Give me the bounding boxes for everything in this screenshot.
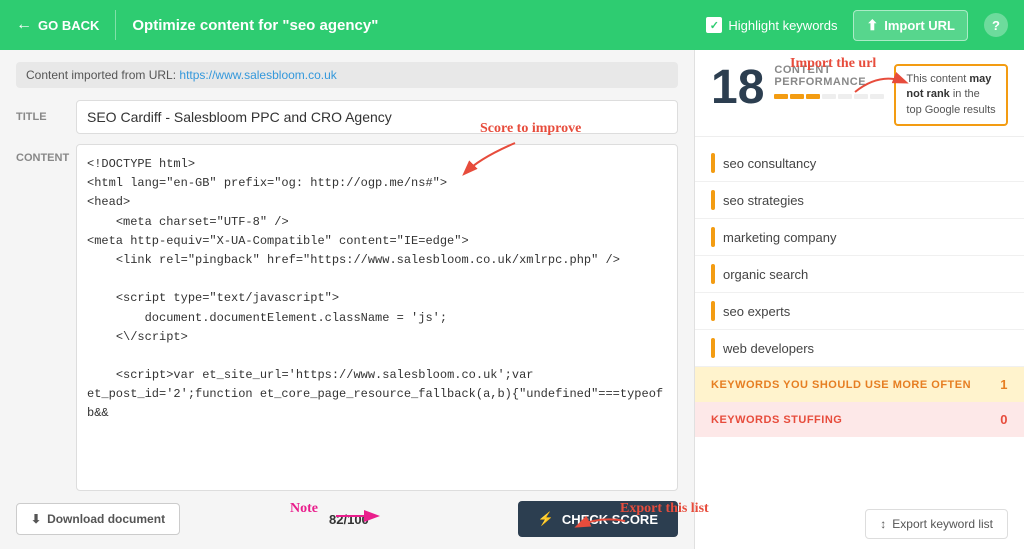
score-seg-7 <box>870 94 884 99</box>
score-display: 82/100 <box>329 512 369 527</box>
url-prefix: Content imported from URL: <box>26 68 179 82</box>
score-bar <box>774 94 884 99</box>
should-use-label: KEYWORDS YOU SHOULD USE MORE OFTEN <box>711 379 971 391</box>
keyword-text: seo strategies <box>723 193 804 208</box>
url-bar: Content imported from URL: https://www.s… <box>16 62 678 88</box>
header-divider <box>115 10 116 40</box>
title-row: TITLE <box>16 100 678 134</box>
bottom-bar: ⬇ Download document 82/100 ⚡ CHECK SCORE <box>16 491 678 537</box>
list-item: web developers <box>695 330 1024 367</box>
import-url-button[interactable]: ⬆ Import URL <box>853 10 968 41</box>
highlight-keywords-label: Highlight keywords <box>728 18 837 33</box>
list-item: seo experts <box>695 293 1024 330</box>
url-link[interactable]: https://www.salesbloom.co.uk <box>179 68 336 82</box>
download-button[interactable]: ⬇ Download document <box>16 503 180 535</box>
list-item: seo strategies <box>695 182 1024 219</box>
header: ← GO BACK Optimize content for "seo agen… <box>0 0 1024 50</box>
left-panel: Content imported from URL: https://www.s… <box>0 50 694 549</box>
keyword-text: seo experts <box>723 304 790 319</box>
download-icon: ⬇ <box>31 512 41 526</box>
not-rank-text1: This content <box>906 73 969 85</box>
score-seg-5 <box>838 94 852 99</box>
export-icon: ↕ <box>880 517 886 531</box>
check-score-button[interactable]: ⚡ CHECK SCORE <box>518 501 678 537</box>
should-use-header: KEYWORDS YOU SHOULD USE MORE OFTEN 1 <box>695 367 1024 402</box>
go-back-button[interactable]: ← GO BACK <box>16 16 99 34</box>
export-keyword-button[interactable]: ↕ Export keyword list <box>865 509 1008 539</box>
list-item: organic search <box>695 256 1024 293</box>
keyword-indicator <box>711 301 715 321</box>
keyword-indicator <box>711 153 715 173</box>
score-value: 82/100 <box>329 512 369 527</box>
score-label-text: CONTENT PERFORMANCE <box>774 64 884 88</box>
score-info: CONTENT PERFORMANCE <box>774 64 884 99</box>
list-item: seo consultancy <box>695 145 1024 182</box>
right-panel: 18 CONTENT PERFORMANCE <box>694 50 1024 549</box>
score-seg-3 <box>806 94 820 99</box>
help-button[interactable]: ? <box>984 13 1008 37</box>
keyword-indicator <box>711 190 715 210</box>
title-label: TITLE <box>16 111 76 123</box>
content-area-wrapper: CONTENT <!DOCTYPE html> <html lang="en-G… <box>16 144 678 491</box>
lightning-icon: ⚡ <box>538 511 554 527</box>
keyword-indicator <box>711 264 715 284</box>
download-label: Download document <box>47 512 165 526</box>
main-content: Content imported from URL: https://www.s… <box>0 50 1024 549</box>
score-seg-4 <box>822 94 836 99</box>
back-arrow-icon: ← <box>16 16 32 34</box>
header-right: ✓ Highlight keywords ⬆ Import URL ? <box>706 10 1008 41</box>
keyword-text: web developers <box>723 341 814 356</box>
score-seg-1 <box>774 94 788 99</box>
keyword-text: seo consultancy <box>723 156 816 171</box>
performance-top: 18 CONTENT PERFORMANCE <box>711 64 1008 126</box>
stuffing-header: KEYWORDS STUFFING 0 <box>695 402 1024 437</box>
should-use-count: 1 <box>1000 377 1008 392</box>
help-label: ? <box>992 18 1000 33</box>
export-row: ↕ Export keyword list <box>695 499 1024 549</box>
score-number-value: 18 <box>711 61 764 114</box>
score-number: 18 <box>711 64 764 112</box>
content-label: CONTENT <box>16 144 76 491</box>
performance-section: 18 CONTENT PERFORMANCE <box>695 50 1024 137</box>
stuffing-label: KEYWORDS STUFFING <box>711 414 842 426</box>
stuffing-count: 0 <box>1000 412 1008 427</box>
keyword-text: organic search <box>723 267 808 282</box>
keyword-indicator <box>711 227 715 247</box>
keyword-indicator <box>711 338 715 358</box>
keyword-text: marketing company <box>723 230 836 245</box>
export-label: Export keyword list <box>892 517 993 531</box>
import-url-label: Import URL <box>884 18 955 33</box>
title-keyword: "seo agency" <box>282 17 378 34</box>
title-prefix: Optimize content for <box>132 17 282 34</box>
not-rank-badge: This content may not rank in the top Goo… <box>894 64 1008 126</box>
checkmark-icon: ✓ <box>710 19 719 32</box>
content-editor[interactable]: <!DOCTYPE html> <html lang="en-GB" prefi… <box>76 144 678 491</box>
list-item: marketing company <box>695 219 1024 256</box>
checkbox-icon: ✓ <box>706 17 722 33</box>
keywords-list: seo consultancy seo strategies marketing… <box>695 137 1024 499</box>
score-seg-2 <box>790 94 804 99</box>
import-icon: ⬆ <box>866 17 878 34</box>
title-input[interactable] <box>76 100 678 134</box>
header-title: Optimize content for "seo agency" <box>132 17 690 34</box>
score-seg-6 <box>854 94 868 99</box>
check-score-label: CHECK SCORE <box>562 512 658 527</box>
go-back-label: GO BACK <box>38 18 99 33</box>
highlight-keywords-toggle[interactable]: ✓ Highlight keywords <box>706 17 837 33</box>
